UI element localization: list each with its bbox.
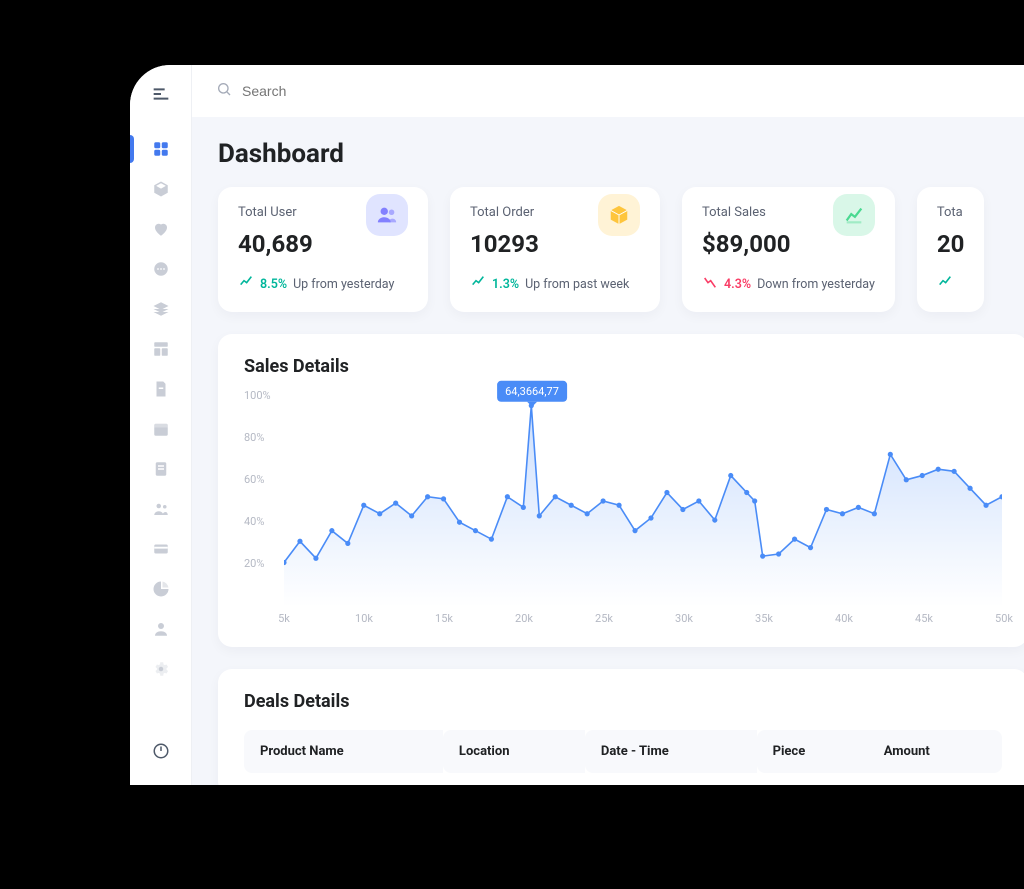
nav-settings[interactable] <box>130 649 191 689</box>
search-input[interactable] <box>242 83 1024 99</box>
card-trend: 4.3% Down from yesterday <box>702 274 875 294</box>
app-window: Dashboard Total User 40,689 8.5% Up from… <box>130 65 1024 785</box>
nav-profile[interactable] <box>130 609 191 649</box>
sales-chart[interactable]: 20%40%60%80%100% 5k10k15k20k25k30k35k40k… <box>244 395 1002 625</box>
nav-logout[interactable] <box>130 731 191 771</box>
chart-xtick: 40k <box>835 612 853 625</box>
trend-up-icon <box>470 274 486 294</box>
chart-xtick: 20k <box>515 612 533 625</box>
trend-pct: 1.3% <box>492 277 519 292</box>
nav-layers[interactable] <box>130 289 191 329</box>
content: Dashboard Total User 40,689 8.5% Up from… <box>192 117 1024 785</box>
nav-file[interactable] <box>130 369 191 409</box>
logo-icon <box>150 83 172 105</box>
card-total-user[interactable]: Total User 40,689 8.5% Up from yesterday <box>218 187 428 312</box>
nav-team[interactable] <box>130 489 191 529</box>
chart-xtick: 45k <box>915 612 933 625</box>
sales-details-panel: Sales Details 20% 40% 60% 80% 100% 5k 10k 15k 2… <box>218 334 1024 647</box>
card-trend <box>937 274 965 294</box>
deals-column-header[interactable]: Location <box>443 730 585 773</box>
nav-clipboard[interactable] <box>130 449 191 489</box>
users-icon <box>366 194 408 236</box>
nav-favorites[interactable] <box>130 209 191 249</box>
card-total-sales[interactable]: Total Sales $89,000 4.3% Down from yeste… <box>682 187 895 312</box>
chart-xtick: 30k <box>675 612 693 625</box>
sidebar <box>130 65 192 785</box>
chart-ytick: 40% <box>244 515 264 528</box>
trend-up-icon <box>238 274 254 294</box>
chart-tooltip: 64,3664,77 <box>497 381 567 402</box>
trend-down-icon <box>702 274 718 294</box>
chart-xtick: 10k <box>355 612 373 625</box>
panel-title: Sales Details <box>244 356 1002 377</box>
card-partial[interactable]: Tota 20 <box>917 187 985 312</box>
topbar <box>192 65 1024 117</box>
nav-products[interactable] <box>130 169 191 209</box>
chart-xtick: 5k <box>278 612 290 625</box>
trend-pct: 8.5% <box>260 277 287 292</box>
chart-xtick: 15k <box>435 612 453 625</box>
nav-card[interactable] <box>130 529 191 569</box>
deals-column-header[interactable]: Date - Time <box>585 730 757 773</box>
panel-title: Deals Details <box>244 691 1002 712</box>
nav-calendar[interactable] <box>130 409 191 449</box>
chart-xtick: 50k <box>995 612 1013 625</box>
deals-column-header[interactable]: Product Name <box>244 730 443 773</box>
nav-layout[interactable] <box>130 329 191 369</box>
chart-ytick: 60% <box>244 473 264 486</box>
trend-text: Up from yesterday <box>293 277 394 292</box>
card-title: Tota <box>937 205 965 220</box>
chart-ytick: 20% <box>244 557 264 570</box>
deals-column-header[interactable]: Piece <box>757 730 868 773</box>
trend-up-icon <box>937 274 953 294</box>
deals-column-header[interactable]: Amount <box>868 730 1002 773</box>
box-icon <box>598 194 640 236</box>
trend-text: Down from yesterday <box>757 277 875 292</box>
nav-analytics[interactable] <box>130 569 191 609</box>
deals-details-panel: Deals Details Product NameLocationDate -… <box>218 669 1024 785</box>
trend-text: Up from past week <box>525 277 629 292</box>
card-total-order[interactable]: Total Order 10293 1.3% Up from past week <box>450 187 660 312</box>
card-trend: 1.3% Up from past week <box>470 274 640 294</box>
stat-cards: Total User 40,689 8.5% Up from yesterday <box>218 187 1024 312</box>
chart-xtick: 25k <box>595 612 613 625</box>
search-icon <box>216 81 232 101</box>
card-value: 20 <box>937 230 965 258</box>
nav-dashboard[interactable] <box>130 129 191 169</box>
deals-table: Product NameLocationDate - TimePieceAmou… <box>244 730 1002 773</box>
trend-pct: 4.3% <box>724 277 751 292</box>
chart-ytick: 100% <box>244 389 271 402</box>
page-title: Dashboard <box>218 139 1024 169</box>
card-trend: 8.5% Up from yesterday <box>238 274 408 294</box>
main-area: Dashboard Total User 40,689 8.5% Up from… <box>192 65 1024 785</box>
chart-xtick: 35k <box>755 612 773 625</box>
chart-icon <box>833 194 875 236</box>
chart-ytick: 80% <box>244 431 264 444</box>
nav-messages[interactable] <box>130 249 191 289</box>
